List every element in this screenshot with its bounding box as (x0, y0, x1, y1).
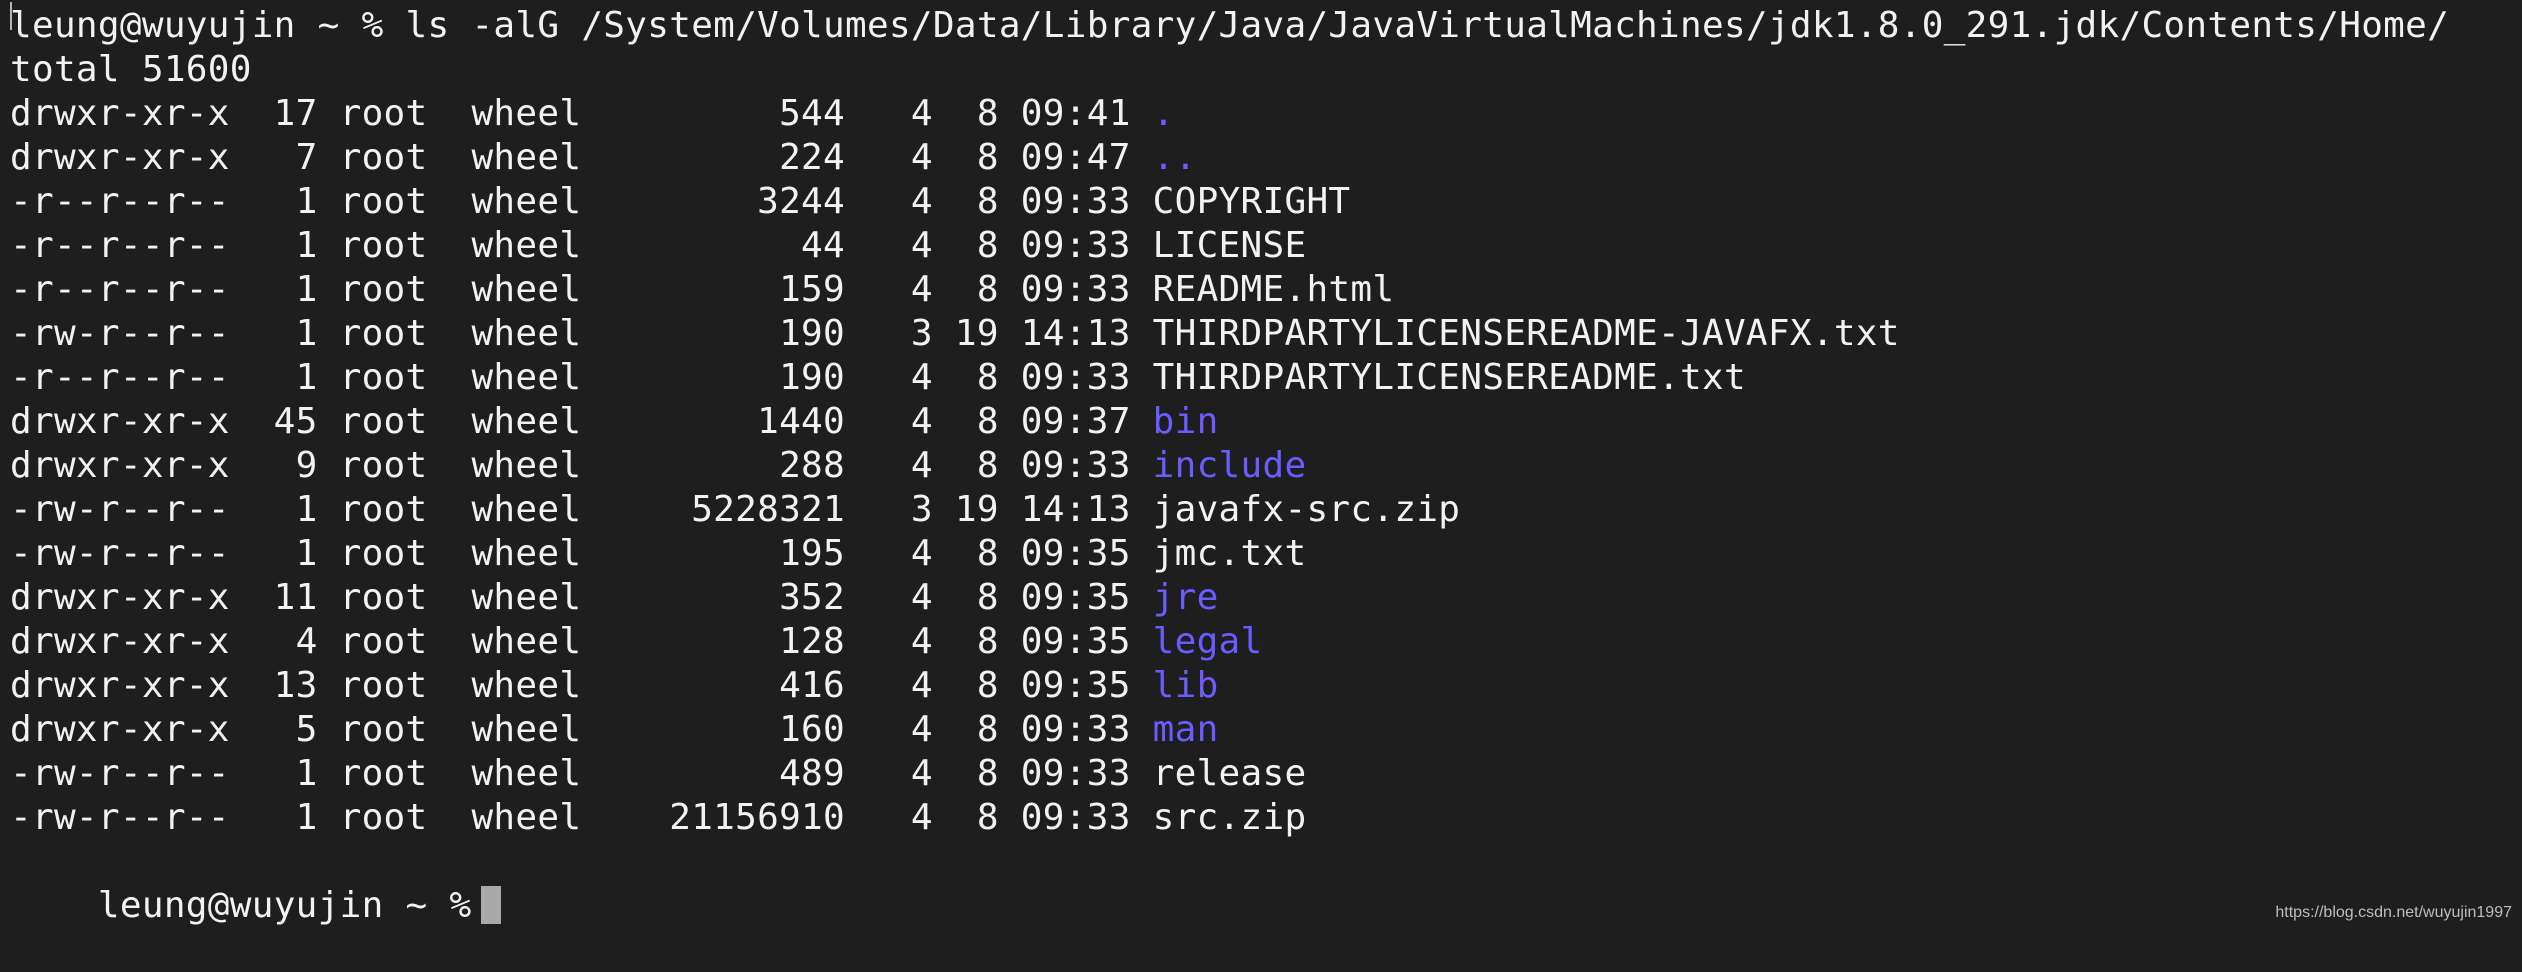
listing-row: drwxr-xr-x 4 root wheel 128 4 8 09:35 le… (10, 620, 1263, 664)
row-meta: drwxr-xr-x 7 root wheel 224 4 8 09:47 (10, 137, 1153, 178)
command-line: leung@wuyujin ~ % ls -alG /System/Volume… (10, 5, 2450, 46)
row-meta: drwxr-xr-x 11 root wheel 352 4 8 09:35 (10, 577, 1153, 618)
listing-row: -rw-r--r-- 1 root wheel 190 3 19 14:13 T… (10, 312, 1900, 356)
row-meta: -rw-r--r-- 1 root wheel 21156910 4 8 09:… (10, 797, 1153, 838)
directory-name: . (1152, 93, 1175, 134)
row-meta: -r--r--r-- 1 root wheel 159 4 8 09:33 (10, 269, 1153, 310)
listing-row: drwxr-xr-x 9 root wheel 288 4 8 09:33 in… (10, 444, 1306, 488)
watermark: https://blog.csdn.net/wuyujin1997 (2275, 904, 2512, 921)
row-meta: drwxr-xr-x 5 root wheel 160 4 8 09:33 (10, 709, 1153, 750)
directory-name: bin (1152, 401, 1219, 442)
file-name: LICENSE (1152, 225, 1307, 266)
prompt-line[interactable]: leung@wuyujin ~ % (10, 840, 502, 926)
directory-name: lib (1152, 665, 1219, 706)
row-meta: drwxr-xr-x 13 root wheel 416 4 8 09:35 (10, 665, 1153, 706)
listing-row: drwxr-xr-x 45 root wheel 1440 4 8 09:37 … (10, 400, 1219, 444)
row-meta: -rw-r--r-- 1 root wheel 190 3 19 14:13 (10, 313, 1153, 354)
listing-row: -r--r--r-- 1 root wheel 3244 4 8 09:33 C… (10, 180, 1350, 224)
listing-row: drwxr-xr-x 5 root wheel 160 4 8 09:33 ma… (10, 708, 1219, 752)
row-meta: -r--r--r-- 1 root wheel 3244 4 8 09:33 (10, 181, 1153, 222)
cursor[interactable] (481, 886, 502, 924)
directory-name: legal (1152, 621, 1263, 662)
directory-name: man (1152, 709, 1219, 750)
file-name: COPYRIGHT (1152, 181, 1351, 222)
row-meta: -rw-r--r-- 1 root wheel 489 4 8 09:33 (10, 753, 1153, 794)
listing-row: drwxr-xr-x 11 root wheel 352 4 8 09:35 j… (10, 576, 1219, 620)
row-meta: drwxr-xr-x 4 root wheel 128 4 8 09:35 (10, 621, 1153, 662)
file-name: javafx-src.zip (1152, 489, 1461, 530)
row-meta: drwxr-xr-x 9 root wheel 288 4 8 09:33 (10, 445, 1153, 486)
directory-name: jre (1152, 577, 1219, 618)
listing-row: -r--r--r-- 1 root wheel 190 4 8 09:33 TH… (10, 356, 1746, 400)
row-meta: -r--r--r-- 1 root wheel 190 4 8 09:33 (10, 357, 1153, 398)
file-name: jmc.txt (1152, 533, 1307, 574)
row-meta: -rw-r--r-- 1 root wheel 5228321 3 19 14:… (10, 489, 1153, 530)
directory-name: include (1152, 445, 1307, 486)
prompt-text: leung@wuyujin ~ % (97, 885, 472, 926)
directory-name: .. (1152, 137, 1197, 178)
row-meta: -r--r--r-- 1 root wheel 44 4 8 09:33 (10, 225, 1153, 266)
listing-row: drwxr-xr-x 13 root wheel 416 4 8 09:35 l… (10, 664, 1219, 708)
row-meta: drwxr-xr-x 17 root wheel 544 4 8 09:41 (10, 93, 1153, 134)
listing-row: -r--r--r-- 1 root wheel 44 4 8 09:33 LIC… (10, 224, 1306, 268)
listing-row: drwxr-xr-x 7 root wheel 224 4 8 09:47 .. (10, 136, 1197, 180)
row-meta: drwxr-xr-x 45 root wheel 1440 4 8 09:37 (10, 401, 1153, 442)
listing-row: -rw-r--r-- 1 root wheel 5228321 3 19 14:… (10, 488, 1460, 532)
row-meta: -rw-r--r-- 1 root wheel 195 4 8 09:35 (10, 533, 1153, 574)
file-name: THIRDPARTYLICENSEREADME.txt (1152, 357, 1746, 398)
file-name: THIRDPARTYLICENSEREADME-JAVAFX.txt (1152, 313, 1900, 354)
listing-row: drwxr-xr-x 17 root wheel 544 4 8 09:41 . (10, 92, 1175, 136)
listing-row: -rw-r--r-- 1 root wheel 21156910 4 8 09:… (10, 796, 1306, 840)
file-name: release (1152, 753, 1307, 794)
listing-row: -r--r--r-- 1 root wheel 159 4 8 09:33 RE… (10, 268, 1394, 312)
listing-row: -rw-r--r-- 1 root wheel 489 4 8 09:33 re… (10, 752, 1306, 796)
terminal-window[interactable]: leung@wuyujin ~ % ls -alG /System/Volume… (10, 0, 2510, 928)
file-name: README.html (1152, 269, 1395, 310)
total-line: total 51600 (10, 49, 252, 90)
listing-row: -rw-r--r-- 1 root wheel 195 4 8 09:35 jm… (10, 532, 1306, 576)
file-name: src.zip (1152, 797, 1307, 838)
